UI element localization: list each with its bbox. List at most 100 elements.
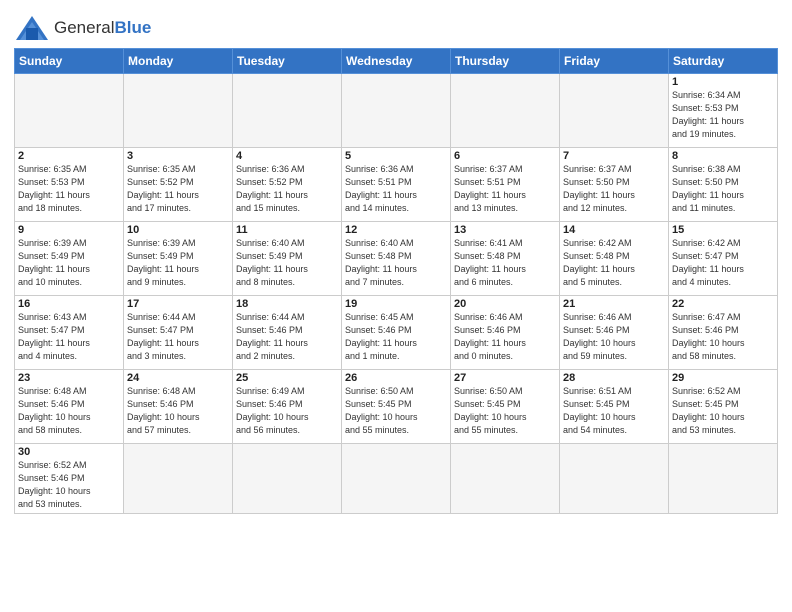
calendar-table: SundayMondayTuesdayWednesdayThursdayFrid… [14, 48, 778, 514]
day-info: Sunrise: 6:37 AM Sunset: 5:50 PM Dayligh… [563, 163, 665, 215]
day-info: Sunrise: 6:36 AM Sunset: 5:51 PM Dayligh… [345, 163, 447, 215]
day-info: Sunrise: 6:52 AM Sunset: 5:45 PM Dayligh… [672, 385, 774, 437]
calendar-cell: 8Sunrise: 6:38 AM Sunset: 5:50 PM Daylig… [669, 148, 778, 222]
day-number: 25 [236, 372, 338, 384]
day-number: 5 [345, 150, 447, 162]
day-number: 22 [672, 298, 774, 310]
day-number: 7 [563, 150, 665, 162]
day-info: Sunrise: 6:42 AM Sunset: 5:48 PM Dayligh… [563, 237, 665, 289]
day-number: 19 [345, 298, 447, 310]
calendar-cell: 14Sunrise: 6:42 AM Sunset: 5:48 PM Dayli… [560, 222, 669, 296]
weekday-header-wednesday: Wednesday [342, 49, 451, 74]
day-number: 14 [563, 224, 665, 236]
calendar-cell: 2Sunrise: 6:35 AM Sunset: 5:53 PM Daylig… [15, 148, 124, 222]
day-info: Sunrise: 6:50 AM Sunset: 5:45 PM Dayligh… [454, 385, 556, 437]
calendar-cell: 15Sunrise: 6:42 AM Sunset: 5:47 PM Dayli… [669, 222, 778, 296]
calendar-cell [669, 444, 778, 514]
calendar-cell: 17Sunrise: 6:44 AM Sunset: 5:47 PM Dayli… [124, 296, 233, 370]
calendar-cell: 20Sunrise: 6:46 AM Sunset: 5:46 PM Dayli… [451, 296, 560, 370]
day-info: Sunrise: 6:42 AM Sunset: 5:47 PM Dayligh… [672, 237, 774, 289]
calendar-cell: 22Sunrise: 6:47 AM Sunset: 5:46 PM Dayli… [669, 296, 778, 370]
day-info: Sunrise: 6:38 AM Sunset: 5:50 PM Dayligh… [672, 163, 774, 215]
day-info: Sunrise: 6:39 AM Sunset: 5:49 PM Dayligh… [127, 237, 229, 289]
day-info: Sunrise: 6:45 AM Sunset: 5:46 PM Dayligh… [345, 311, 447, 363]
calendar-cell [342, 74, 451, 148]
calendar-cell: 16Sunrise: 6:43 AM Sunset: 5:47 PM Dayli… [15, 296, 124, 370]
day-number: 9 [18, 224, 120, 236]
day-info: Sunrise: 6:46 AM Sunset: 5:46 PM Dayligh… [454, 311, 556, 363]
calendar-cell: 10Sunrise: 6:39 AM Sunset: 5:49 PM Dayli… [124, 222, 233, 296]
day-info: Sunrise: 6:40 AM Sunset: 5:48 PM Dayligh… [345, 237, 447, 289]
calendar-cell [233, 74, 342, 148]
day-number: 27 [454, 372, 556, 384]
day-number: 1 [672, 76, 774, 88]
calendar-cell: 24Sunrise: 6:48 AM Sunset: 5:46 PM Dayli… [124, 370, 233, 444]
calendar-page: GeneralBlue SundayMondayTuesdayWednesday… [0, 0, 792, 612]
header: GeneralBlue [14, 10, 778, 42]
day-info: Sunrise: 6:52 AM Sunset: 5:46 PM Dayligh… [18, 459, 120, 511]
day-number: 30 [18, 446, 120, 458]
weekday-header-monday: Monday [124, 49, 233, 74]
week-row-5: 30Sunrise: 6:52 AM Sunset: 5:46 PM Dayli… [15, 444, 778, 514]
weekday-header-row: SundayMondayTuesdayWednesdayThursdayFrid… [15, 49, 778, 74]
day-number: 26 [345, 372, 447, 384]
day-info: Sunrise: 6:35 AM Sunset: 5:52 PM Dayligh… [127, 163, 229, 215]
day-info: Sunrise: 6:44 AM Sunset: 5:47 PM Dayligh… [127, 311, 229, 363]
calendar-cell: 28Sunrise: 6:51 AM Sunset: 5:45 PM Dayli… [560, 370, 669, 444]
day-info: Sunrise: 6:34 AM Sunset: 5:53 PM Dayligh… [672, 89, 774, 141]
day-info: Sunrise: 6:51 AM Sunset: 5:45 PM Dayligh… [563, 385, 665, 437]
calendar-cell: 18Sunrise: 6:44 AM Sunset: 5:46 PM Dayli… [233, 296, 342, 370]
calendar-cell [560, 444, 669, 514]
day-info: Sunrise: 6:48 AM Sunset: 5:46 PM Dayligh… [127, 385, 229, 437]
day-info: Sunrise: 6:49 AM Sunset: 5:46 PM Dayligh… [236, 385, 338, 437]
calendar-cell: 21Sunrise: 6:46 AM Sunset: 5:46 PM Dayli… [560, 296, 669, 370]
day-number: 3 [127, 150, 229, 162]
day-number: 12 [345, 224, 447, 236]
day-number: 11 [236, 224, 338, 236]
day-number: 17 [127, 298, 229, 310]
week-row-1: 2Sunrise: 6:35 AM Sunset: 5:53 PM Daylig… [15, 148, 778, 222]
day-number: 8 [672, 150, 774, 162]
day-info: Sunrise: 6:35 AM Sunset: 5:53 PM Dayligh… [18, 163, 120, 215]
day-number: 2 [18, 150, 120, 162]
weekday-header-thursday: Thursday [451, 49, 560, 74]
logo: GeneralBlue [14, 14, 151, 42]
week-row-3: 16Sunrise: 6:43 AM Sunset: 5:47 PM Dayli… [15, 296, 778, 370]
day-number: 6 [454, 150, 556, 162]
calendar-cell [342, 444, 451, 514]
calendar-cell: 12Sunrise: 6:40 AM Sunset: 5:48 PM Dayli… [342, 222, 451, 296]
day-info: Sunrise: 6:36 AM Sunset: 5:52 PM Dayligh… [236, 163, 338, 215]
day-info: Sunrise: 6:37 AM Sunset: 5:51 PM Dayligh… [454, 163, 556, 215]
day-info: Sunrise: 6:47 AM Sunset: 5:46 PM Dayligh… [672, 311, 774, 363]
calendar-cell [451, 444, 560, 514]
day-info: Sunrise: 6:48 AM Sunset: 5:46 PM Dayligh… [18, 385, 120, 437]
calendar-cell: 30Sunrise: 6:52 AM Sunset: 5:46 PM Dayli… [15, 444, 124, 514]
day-info: Sunrise: 6:41 AM Sunset: 5:48 PM Dayligh… [454, 237, 556, 289]
calendar-cell [124, 444, 233, 514]
day-number: 20 [454, 298, 556, 310]
day-number: 28 [563, 372, 665, 384]
calendar-cell: 26Sunrise: 6:50 AM Sunset: 5:45 PM Dayli… [342, 370, 451, 444]
day-info: Sunrise: 6:39 AM Sunset: 5:49 PM Dayligh… [18, 237, 120, 289]
calendar-cell: 11Sunrise: 6:40 AM Sunset: 5:49 PM Dayli… [233, 222, 342, 296]
weekday-header-sunday: Sunday [15, 49, 124, 74]
day-info: Sunrise: 6:46 AM Sunset: 5:46 PM Dayligh… [563, 311, 665, 363]
day-number: 13 [454, 224, 556, 236]
calendar-cell: 27Sunrise: 6:50 AM Sunset: 5:45 PM Dayli… [451, 370, 560, 444]
calendar-cell: 25Sunrise: 6:49 AM Sunset: 5:46 PM Dayli… [233, 370, 342, 444]
logo-icon [14, 14, 50, 42]
calendar-cell [124, 74, 233, 148]
day-info: Sunrise: 6:50 AM Sunset: 5:45 PM Dayligh… [345, 385, 447, 437]
calendar-cell: 3Sunrise: 6:35 AM Sunset: 5:52 PM Daylig… [124, 148, 233, 222]
calendar-cell: 9Sunrise: 6:39 AM Sunset: 5:49 PM Daylig… [15, 222, 124, 296]
week-row-2: 9Sunrise: 6:39 AM Sunset: 5:49 PM Daylig… [15, 222, 778, 296]
calendar-cell: 6Sunrise: 6:37 AM Sunset: 5:51 PM Daylig… [451, 148, 560, 222]
day-number: 21 [563, 298, 665, 310]
day-number: 16 [18, 298, 120, 310]
day-number: 15 [672, 224, 774, 236]
calendar-cell: 5Sunrise: 6:36 AM Sunset: 5:51 PM Daylig… [342, 148, 451, 222]
day-info: Sunrise: 6:40 AM Sunset: 5:49 PM Dayligh… [236, 237, 338, 289]
calendar-cell: 4Sunrise: 6:36 AM Sunset: 5:52 PM Daylig… [233, 148, 342, 222]
day-number: 24 [127, 372, 229, 384]
calendar-cell [15, 74, 124, 148]
